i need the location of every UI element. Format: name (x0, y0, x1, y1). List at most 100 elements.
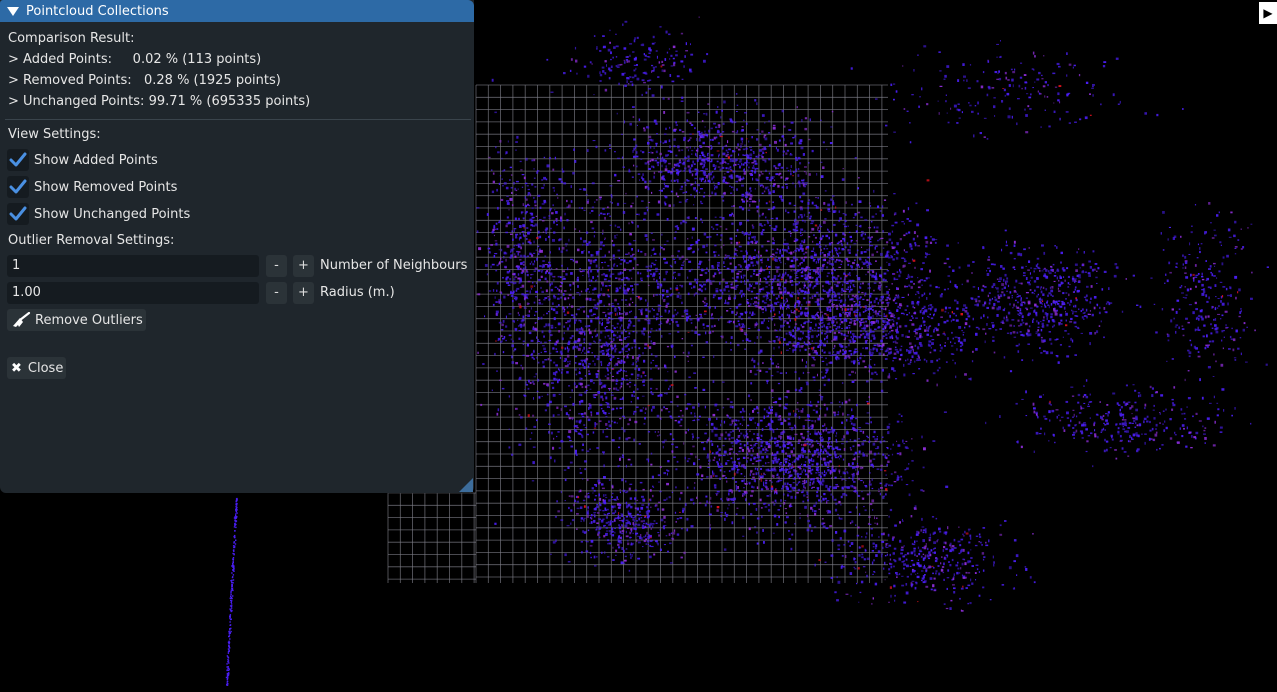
cloud-point (797, 492, 799, 494)
cloud-point (818, 454, 821, 456)
cloud-point (696, 473, 700, 476)
cloud-point (851, 462, 854, 465)
cloud-point (664, 309, 667, 313)
cloud-point (804, 469, 806, 473)
cloud-point (867, 270, 869, 274)
cloud-point (537, 339, 539, 341)
cloud-point (817, 373, 818, 377)
cloud-point (756, 452, 759, 456)
cloud-point (663, 439, 667, 441)
cloud-point (612, 254, 615, 258)
cloud-point (903, 249, 905, 252)
cloud-point (753, 235, 756, 239)
cloud-point (794, 336, 796, 339)
cloud-point (752, 410, 755, 413)
cloud-point (834, 233, 838, 237)
cloud-point (876, 522, 879, 526)
cloud-point (888, 332, 890, 335)
cloud-point (907, 358, 909, 361)
cloud-point (588, 370, 590, 372)
cloud-point (845, 468, 847, 470)
cloud-point (754, 242, 758, 244)
cloud-point (761, 440, 764, 443)
cloud-point (751, 490, 754, 493)
cloud-point (746, 457, 749, 459)
cloud-point (631, 346, 633, 349)
cloud-point (908, 220, 912, 222)
cloud-point (626, 383, 629, 386)
cloud-point (532, 461, 535, 465)
cloud-point (912, 317, 914, 319)
cloud-point (607, 265, 610, 267)
cloud-point (594, 355, 596, 358)
cloud-point (778, 476, 780, 479)
cloud-point (619, 386, 621, 390)
cloud-point (843, 333, 846, 336)
cloud-point (821, 478, 824, 480)
cloud-point (579, 467, 581, 470)
cloud-point (574, 362, 577, 364)
cloud-point (817, 451, 820, 454)
cloud-point (650, 452, 653, 455)
cloud-point (916, 223, 920, 227)
cloud-point (811, 468, 814, 471)
cloud-point (623, 311, 625, 313)
cloud-point (776, 474, 779, 476)
cloud-point (656, 213, 660, 216)
cloud-point (595, 199, 598, 201)
cloud-point (908, 330, 910, 333)
cloud-point (622, 287, 625, 290)
cloud-point (765, 286, 768, 288)
cloud-point (651, 393, 654, 396)
cloud-point (914, 266, 916, 269)
cloud-point (867, 402, 870, 405)
cloud-point (860, 306, 862, 308)
cloud-point (876, 251, 879, 253)
cloud-point (715, 223, 719, 226)
cloud-point (864, 455, 867, 457)
cloud-point (577, 276, 579, 279)
cloud-point (636, 331, 638, 334)
cloud-point (879, 482, 882, 485)
cloud-point (526, 354, 530, 357)
cloud-point (888, 423, 891, 425)
cloud-point (831, 456, 833, 460)
cloud-point (647, 302, 649, 305)
cloud-point (713, 474, 715, 477)
cloud-point (952, 269, 955, 272)
cloud-point (608, 348, 611, 350)
cloud-point (823, 458, 826, 460)
cloud-point (935, 286, 937, 289)
cloud-point (920, 279, 924, 281)
cloud-point (755, 321, 758, 324)
cloud-point (704, 271, 708, 275)
cloud-point (595, 279, 598, 281)
cloud-point (885, 474, 887, 476)
cloud-point (554, 327, 557, 329)
cloud-point (761, 515, 763, 518)
cloud-point (736, 255, 738, 257)
cloud-point (781, 248, 784, 251)
cloud-point (712, 274, 715, 278)
cloud-point (690, 412, 693, 415)
cloud-point (768, 320, 770, 322)
cloud-point (896, 310, 899, 312)
cloud-point (578, 401, 581, 403)
cloud-point (745, 333, 748, 336)
cloud-point (642, 407, 644, 409)
cloud-point (928, 316, 930, 318)
cloud-point (918, 359, 921, 361)
cloud-point (551, 282, 553, 285)
cloud-point (845, 246, 847, 249)
cloud-point (854, 486, 857, 489)
cloud-point (580, 393, 583, 397)
cloud-point (855, 319, 859, 321)
cloud-point (790, 503, 792, 505)
cloud-point (766, 326, 768, 329)
cloud-point (737, 304, 741, 306)
cloud-point (760, 254, 762, 257)
cloud-point (804, 311, 806, 314)
cloud-point (626, 305, 628, 307)
cloud-point (826, 266, 829, 269)
cloud-point (638, 347, 641, 350)
